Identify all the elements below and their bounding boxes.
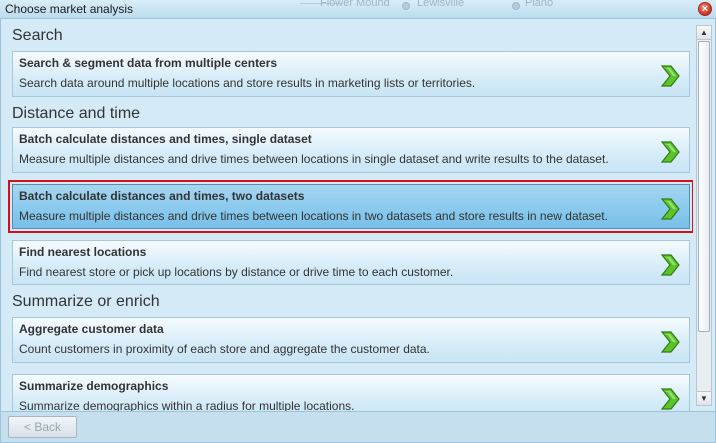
card-description: Measure multiple distances and drive tim… bbox=[19, 209, 608, 223]
green-chevron-right-icon bbox=[660, 388, 680, 410]
card-summarize-demographics[interactable]: Summarize demographics Summarize demogra… bbox=[12, 374, 690, 411]
map-label-lewisville: Lewisville bbox=[417, 0, 465, 9]
green-chevron-right-icon bbox=[660, 198, 680, 220]
card-aggregate-customer[interactable]: Aggregate customer data Count customers … bbox=[12, 317, 690, 363]
scroll-down-icon: ▼ bbox=[700, 394, 708, 403]
scrollbar-thumb[interactable] bbox=[698, 41, 710, 332]
card-batch-two-datasets[interactable]: Batch calculate distances and times, two… bbox=[8, 180, 693, 233]
green-chevron-right-icon bbox=[660, 65, 680, 87]
card-title: Find nearest locations bbox=[19, 245, 147, 259]
card-title: Search & segment data from multiple cent… bbox=[19, 56, 278, 70]
map-marker bbox=[512, 2, 520, 10]
section-title-distance-time: Distance and time bbox=[12, 105, 141, 122]
vertical-scrollbar[interactable]: ▲ ▼ bbox=[696, 25, 712, 406]
section-title-summarize-enrich: Summarize or enrich bbox=[12, 293, 160, 310]
window-title: Choose market analysis bbox=[5, 2, 134, 16]
green-chevron-right-icon bbox=[660, 141, 680, 163]
map-label-plano: Plano bbox=[525, 0, 554, 9]
map-label-flower-mound: Flower Mound bbox=[320, 0, 390, 9]
card-batch-single-dataset[interactable]: Batch calculate distances and times, sin… bbox=[12, 127, 690, 173]
card-title: Batch calculate distances and times, two… bbox=[19, 189, 305, 203]
green-chevron-right-icon bbox=[660, 254, 680, 276]
card-title: Summarize demographics bbox=[19, 379, 169, 393]
map-marker bbox=[402, 2, 410, 10]
back-button[interactable]: < Back bbox=[8, 416, 77, 438]
dialog-footer: < Back bbox=[0, 411, 716, 443]
close-button[interactable]: × bbox=[698, 2, 712, 16]
scroll-up-icon: ▲ bbox=[700, 28, 708, 37]
card-description: Summarize demographics within a radius f… bbox=[19, 399, 355, 411]
card-description: Find nearest store or pick up locations … bbox=[19, 265, 454, 279]
card-description: Count customers in proximity of each sto… bbox=[19, 342, 430, 356]
card-description: Measure multiple distances and drive tim… bbox=[19, 152, 609, 166]
card-title: Batch calculate distances and times, sin… bbox=[19, 132, 312, 146]
scroll-down-button[interactable]: ▼ bbox=[697, 391, 711, 405]
close-icon: × bbox=[701, 3, 709, 15]
dialog-body: Search Search & segment data from multip… bbox=[0, 19, 716, 411]
title-bar: Flower Mound Lewisville Plano Choose mar… bbox=[0, 0, 716, 19]
green-chevron-right-icon bbox=[660, 331, 680, 353]
scroll-up-button[interactable]: ▲ bbox=[697, 26, 711, 40]
analysis-list: Search Search & segment data from multip… bbox=[5, 19, 693, 411]
card-search-segment[interactable]: Search & segment data from multiple cent… bbox=[12, 51, 690, 97]
card-description: Search data around multiple locations an… bbox=[19, 76, 476, 90]
map-road bbox=[300, 3, 340, 4]
card-title: Aggregate customer data bbox=[19, 322, 164, 336]
card-find-nearest[interactable]: Find nearest locations Find nearest stor… bbox=[12, 240, 690, 285]
section-title-search: Search bbox=[12, 27, 63, 44]
